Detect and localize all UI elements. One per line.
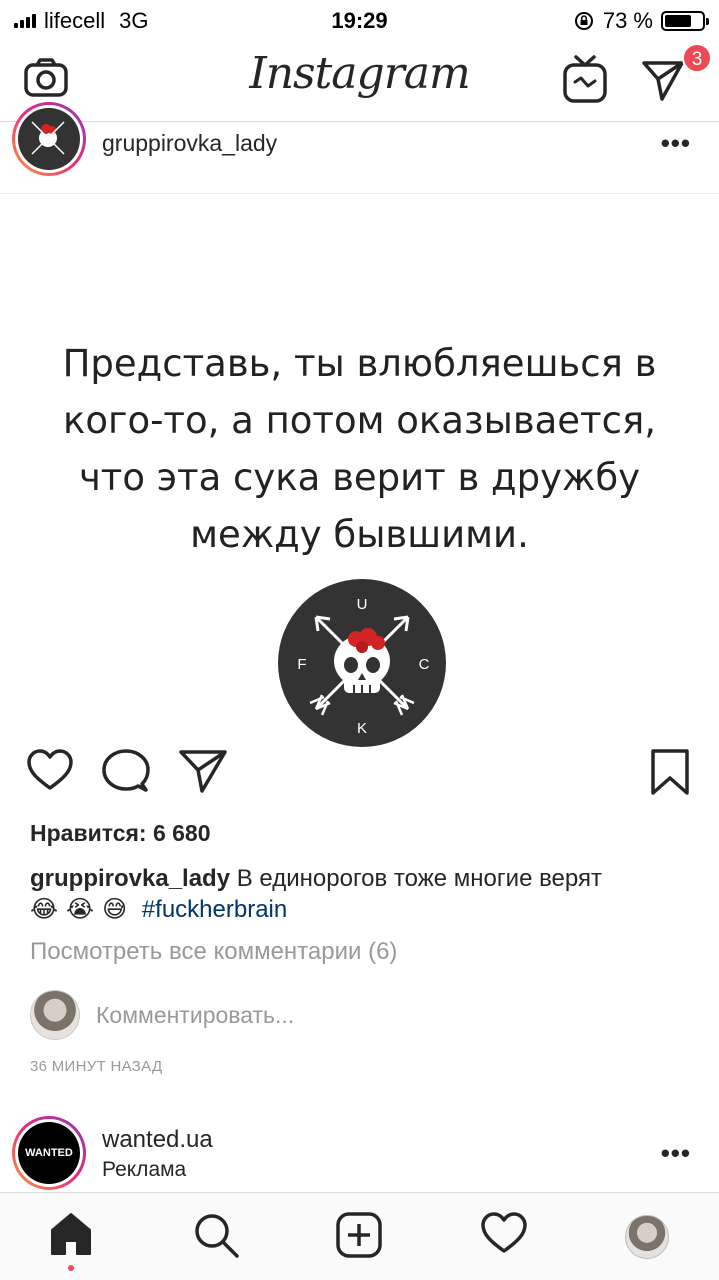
- search-icon[interactable]: [192, 1211, 240, 1259]
- post-timestamp: 36 МИНУТ НАЗАД: [30, 1058, 163, 1075]
- post-image-text-line: что эта сука верит в дружбу: [78, 456, 641, 499]
- post-image-text-line: кого-то, а потом оказывается,: [63, 399, 656, 442]
- post-image-text-line: между бывшими.: [190, 513, 529, 556]
- battery-icon: [661, 11, 709, 31]
- sponsored-label: Реклама: [102, 1158, 187, 1181]
- post-actions: [0, 742, 719, 802]
- post-more-button[interactable]: •••: [661, 128, 691, 159]
- rotation-lock-icon: [574, 12, 593, 30]
- post-username[interactable]: gruppirovka_lady: [102, 130, 277, 157]
- logo-letter-left: F: [297, 656, 306, 673]
- post-image-text-line: Представь, ты влюбляешься в: [62, 342, 657, 385]
- home-icon[interactable]: [48, 1211, 94, 1257]
- likes-count[interactable]: Нравится: 6 680: [30, 820, 211, 847]
- logo-letter-top: U: [357, 596, 368, 613]
- post-caption: gruppirovka_lady В единорогов тоже многи…: [30, 864, 700, 925]
- activity-heart-icon[interactable]: [480, 1211, 528, 1255]
- logo-letter-right: C: [419, 656, 430, 673]
- profile-avatar[interactable]: [625, 1215, 669, 1259]
- logo-letter-bottom: K: [357, 720, 367, 737]
- direct-message-icon[interactable]: [640, 57, 686, 103]
- wanted-logo: WANTED: [18, 1122, 80, 1184]
- view-all-comments-link[interactable]: Посмотреть все комментарии (6): [30, 938, 397, 966]
- caption-emojis: 😂 😭 😅: [30, 895, 135, 923]
- next-post-avatar[interactable]: WANTED: [12, 1116, 86, 1190]
- caption-username[interactable]: gruppirovka_lady: [30, 865, 230, 892]
- instagram-logo: Instagram: [249, 48, 470, 99]
- save-bookmark-icon[interactable]: [650, 748, 690, 796]
- post-header: gruppirovka_lady •••: [0, 102, 719, 194]
- direct-badge: 3: [682, 43, 712, 73]
- direct-messages[interactable]: 3: [640, 43, 712, 105]
- post-image-text: Представь, ты влюбляешься в кого-то, а по…: [0, 335, 719, 563]
- comment-bubble-icon[interactable]: [102, 748, 150, 794]
- status-bar: lifecell 3G 19:29 73 %: [0, 0, 719, 40]
- add-comment-row[interactable]: Комментировать...: [30, 990, 680, 1040]
- fuck-skull-logo: U F C K: [278, 579, 446, 747]
- battery-fill: [665, 15, 692, 27]
- next-post-username[interactable]: wanted.ua: [102, 1126, 213, 1154]
- share-send-icon[interactable]: [178, 748, 228, 794]
- skull-logo-icon: [18, 108, 78, 168]
- caption-hashtag[interactable]: #fuckherbrain: [142, 896, 287, 923]
- status-right: 73 %: [573, 8, 709, 34]
- comment-input[interactable]: Комментировать...: [96, 1002, 294, 1029]
- caption-emoji: 😂: [30, 895, 59, 923]
- igtv-icon[interactable]: [562, 54, 608, 104]
- caption-emoji: 😅: [102, 895, 128, 923]
- post-avatar[interactable]: [12, 102, 86, 176]
- current-user-avatar: [30, 990, 80, 1040]
- app-header: Instagram 3: [0, 40, 719, 122]
- next-post-header: WANTED wanted.ua Реклама •••: [0, 1112, 719, 1192]
- like-heart-icon[interactable]: [26, 748, 74, 792]
- new-post-icon[interactable]: [335, 1211, 383, 1259]
- bottom-tab-bar: [0, 1192, 719, 1280]
- battery-percent: 73 %: [602, 8, 653, 33]
- caption-text: В единорогов тоже многие верят: [236, 865, 602, 892]
- post-image[interactable]: Представь, ты влюбляешься в кого-то, а по…: [0, 195, 719, 747]
- caption-emoji: 😭: [66, 895, 95, 923]
- home-active-dot: [68, 1265, 74, 1271]
- next-post-more-button[interactable]: •••: [661, 1138, 691, 1169]
